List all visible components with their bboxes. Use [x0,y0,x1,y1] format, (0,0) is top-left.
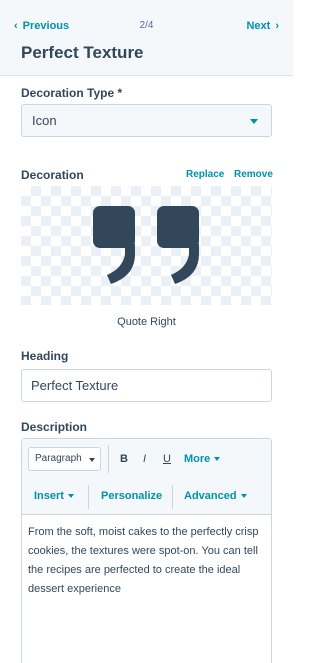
page-title: Perfect Texture [21,43,144,62]
decoration-caption: Quote Right [117,316,176,328]
chevron-down-icon [89,458,95,462]
chevron-down-icon [250,119,258,124]
description-editor: Paragraph B I U More Insert Personalize … [21,438,272,663]
heading-label: Heading [21,349,69,363]
chevron-down-icon [67,494,74,498]
bold-button[interactable]: B [120,453,128,465]
insert-label: Insert [34,490,64,502]
decoration-label: Decoration [21,168,84,182]
decoration-type-value: Icon [32,113,57,128]
heading-input[interactable]: Perfect Texture [21,369,272,402]
insert-button[interactable]: Insert [34,490,74,502]
decoration-type-label: Decoration Type * [21,86,123,100]
decoration-type-select[interactable]: Icon [21,104,272,137]
chevron-down-icon [240,494,247,498]
underline-button[interactable]: U [163,453,171,465]
chevron-right-icon: › [275,19,279,32]
personalize-button[interactable]: Personalize [101,490,162,502]
next-label: Next [246,20,271,32]
previous-label: Previous [22,20,70,32]
quote-right-icon [93,206,199,284]
description-text[interactable]: From the soft, moist cakes to the perfec… [28,523,268,599]
more-button[interactable]: More [184,453,221,465]
decoration-preview [21,186,272,305]
toolbar-divider [108,445,109,473]
remove-link[interactable]: Remove [234,169,273,180]
replace-link[interactable]: Replace [186,169,224,180]
description-label: Description [21,420,88,434]
toolbar-divider [88,485,89,509]
editor-header: ‹ Previous 2/4 Next › Perfect Texture [0,0,293,76]
chevron-left-icon: ‹ [14,19,18,32]
more-label: More [184,453,211,465]
personalize-label: Personalize [101,490,163,502]
editor-toolbar: Paragraph B I U More Insert Personalize … [22,439,271,515]
italic-button[interactable]: I [143,453,146,465]
advanced-button[interactable]: Advanced [184,490,247,502]
chevron-down-icon [214,457,221,461]
toolbar-divider [172,485,173,509]
paragraph-select[interactable]: Paragraph [28,447,101,471]
advanced-label: Advanced [184,490,237,502]
next-button[interactable]: Next › [246,20,279,32]
previous-button[interactable]: ‹ Previous [14,20,69,32]
paragraph-value: Paragraph [35,453,82,464]
